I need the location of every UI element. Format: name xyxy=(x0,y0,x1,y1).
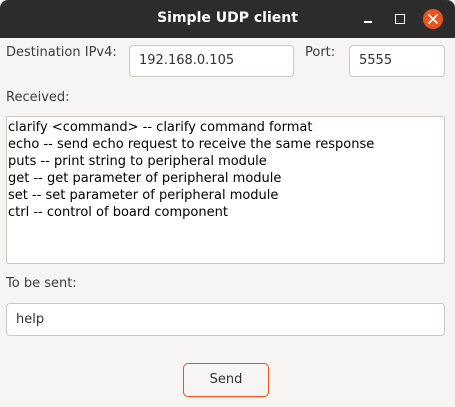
received-line: echo -- send echo request to receive the… xyxy=(8,137,375,152)
maximize-icon[interactable] xyxy=(390,9,410,29)
received-line: clarify <command> -- clarify command for… xyxy=(8,120,313,135)
received-line: get -- get parameter of peripheral modul… xyxy=(8,171,282,186)
window-title: Simple UDP client xyxy=(157,10,298,26)
destination-label: Destination IPv4: xyxy=(6,45,117,60)
app-window: Simple UDP client Destination IPv4: 192.… xyxy=(0,0,455,407)
destination-ip-input[interactable]: 192.168.0.105 xyxy=(129,45,294,77)
received-line: puts -- print string to peripheral modul… xyxy=(8,154,267,169)
minimize-icon[interactable] xyxy=(358,9,378,29)
send-button[interactable]: Send xyxy=(183,363,269,397)
close-icon[interactable] xyxy=(423,9,443,29)
received-line: ctrl -- control of board component xyxy=(8,205,228,220)
title-bar[interactable]: Simple UDP client xyxy=(0,0,455,38)
received-line: set -- set parameter of peripheral modul… xyxy=(8,188,279,203)
to-be-sent-label: To be sent: xyxy=(6,276,77,291)
port-label: Port: xyxy=(305,45,336,60)
received-textarea[interactable]: clarify <command> -- clarify command for… xyxy=(6,116,445,264)
message-input[interactable]: help xyxy=(6,303,445,336)
received-label: Received: xyxy=(6,90,70,105)
port-input[interactable]: 5555 xyxy=(349,45,445,77)
